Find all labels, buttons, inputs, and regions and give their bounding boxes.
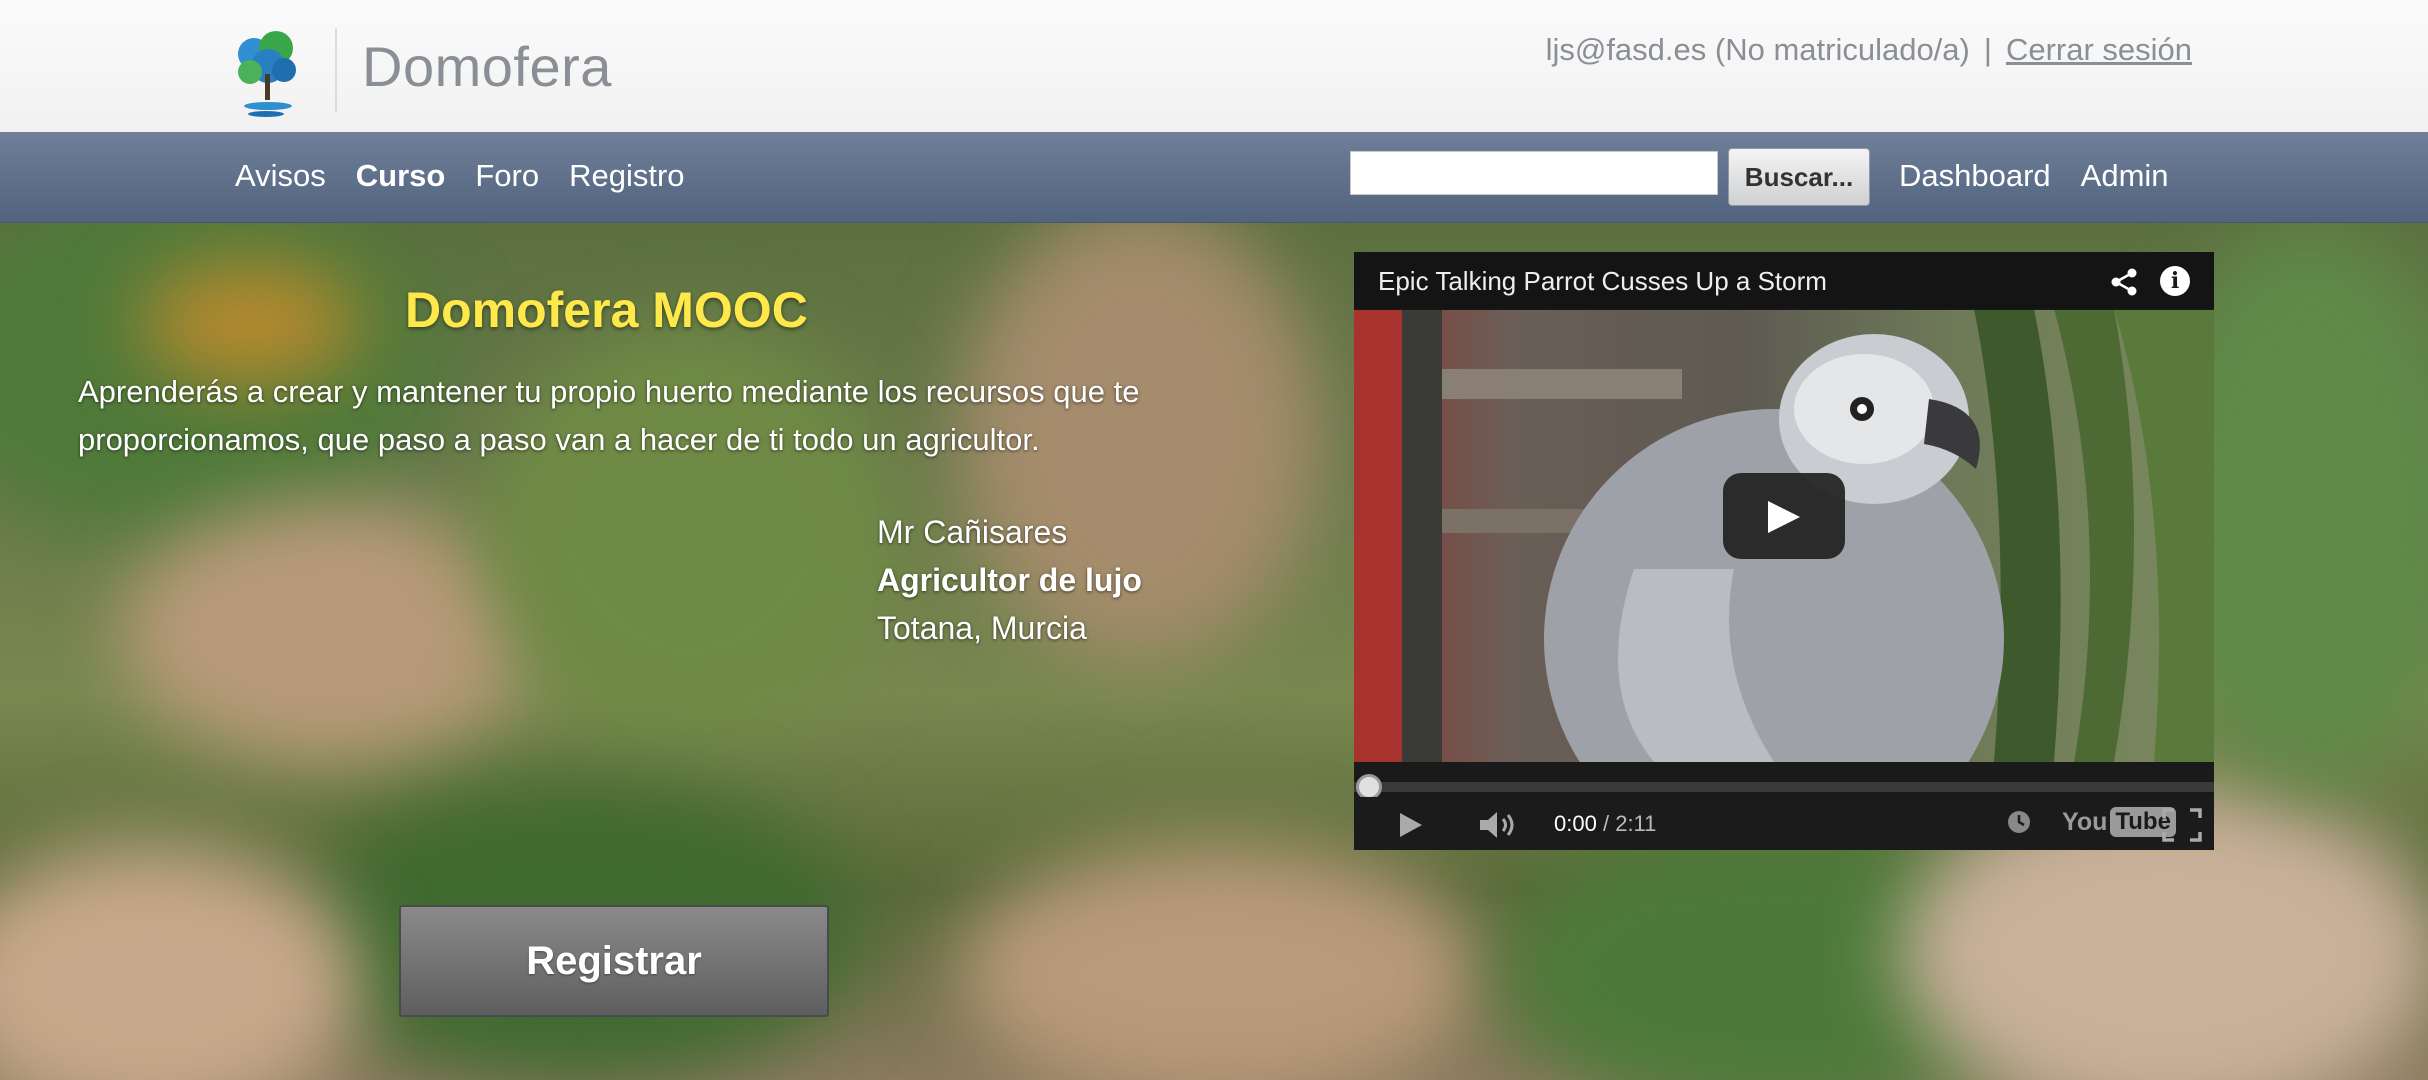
current-time: 0:00 bbox=[1554, 811, 1597, 836]
quote-location: Totana, Murcia bbox=[877, 610, 1087, 646]
user-email: ljs@fasd.es (No matriculado/a) bbox=[1545, 32, 1970, 67]
big-play-button[interactable] bbox=[1723, 473, 1845, 559]
search-button[interactable]: Buscar... bbox=[1728, 148, 1870, 206]
brand-name[interactable]: Domofera bbox=[362, 34, 612, 99]
share-icon[interactable] bbox=[2108, 266, 2140, 298]
site-header: Domofera ljs@fasd.es (No matriculado/a) |… bbox=[0, 0, 2428, 133]
duration: 2:11 bbox=[1615, 811, 1657, 836]
main-navbar: Avisos Curso Foro Registro Buscar... Das… bbox=[0, 132, 2428, 223]
video-player[interactable]: Epic Talking Parrot Cusses Up a Storm i bbox=[1354, 252, 2214, 850]
register-button[interactable]: Registrar bbox=[399, 905, 829, 1017]
quote-role: Agricultor de lujo bbox=[877, 562, 1142, 598]
tree-logo-icon[interactable] bbox=[232, 26, 304, 118]
nav-item-registro[interactable]: Registro bbox=[569, 158, 684, 194]
video-title[interactable]: Epic Talking Parrot Cusses Up a Storm bbox=[1378, 266, 1827, 297]
youtube-logo[interactable]: You Tube bbox=[2062, 807, 2176, 837]
nav-item-admin[interactable]: Admin bbox=[2081, 158, 2169, 194]
background-path bbox=[960, 843, 1480, 1080]
watch-later-icon[interactable] bbox=[2006, 809, 2032, 835]
nav-item-avisos[interactable]: Avisos bbox=[235, 158, 326, 194]
nav-item-foro[interactable]: Foro bbox=[475, 158, 539, 194]
hero-description: Aprenderás a crear y mantener tu propio … bbox=[78, 374, 1140, 457]
nav-links: Avisos Curso Foro Registro bbox=[235, 158, 685, 194]
progress-bar[interactable] bbox=[1354, 782, 2214, 792]
fullscreen-icon[interactable] bbox=[2162, 808, 2202, 842]
video-time: 0:00 / 2:11 bbox=[1554, 811, 1656, 837]
volume-icon[interactable] bbox=[1478, 809, 1520, 841]
info-icon[interactable]: i bbox=[2160, 266, 2190, 296]
user-separator: | bbox=[1983, 32, 1992, 67]
logout-link[interactable]: Cerrar sesión bbox=[2006, 32, 2192, 67]
search-input[interactable] bbox=[1350, 151, 1718, 195]
time-separator: / bbox=[1602, 811, 1610, 836]
video-controls: 0:00 / 2:11 You Tube bbox=[1354, 797, 2214, 850]
nav-right-links: Dashboard Admin bbox=[1899, 158, 2169, 194]
video-title-bar: Epic Talking Parrot Cusses Up a Storm i bbox=[1354, 252, 2214, 310]
play-control-icon[interactable] bbox=[1398, 811, 1424, 839]
youtube-logo-you: You bbox=[2062, 807, 2108, 836]
user-area: ljs@fasd.es (No matriculado/a) | Cerrar se… bbox=[1546, 32, 2192, 68]
hero-title: Domofera MOOC bbox=[405, 282, 808, 338]
quote-author: Mr Cañisares bbox=[877, 514, 1068, 550]
nav-item-dashboard[interactable]: Dashboard bbox=[1899, 158, 2051, 194]
background-flowers bbox=[140, 263, 360, 383]
hero-section: Domofera MOOC Aprenderás a crear y mante… bbox=[0, 223, 2428, 1080]
testimonial: Mr Cañisares Agricultor de lujo Totana, … bbox=[877, 508, 1142, 652]
play-icon bbox=[1768, 501, 1800, 533]
nav-item-curso[interactable]: Curso bbox=[356, 158, 446, 194]
background-path bbox=[120, 503, 540, 763]
background-path bbox=[0, 843, 360, 1080]
logo-divider bbox=[335, 28, 337, 112]
